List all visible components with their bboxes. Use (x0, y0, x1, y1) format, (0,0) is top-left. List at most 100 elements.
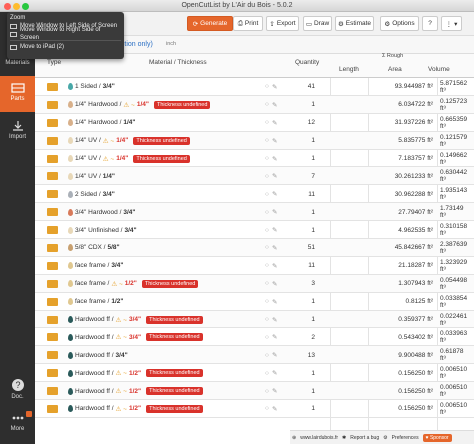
print-button[interactable]: ⎙ Print (233, 16, 263, 31)
edit-icon[interactable]: ✎ (272, 280, 277, 288)
edit-icon[interactable]: ✎ (272, 208, 277, 216)
row-actions: ○ ✎ (265, 96, 287, 114)
info-icon[interactable]: ○ (265, 370, 269, 377)
options-button[interactable]: ⚙ Options (380, 16, 419, 31)
edit-icon[interactable]: ✎ (272, 119, 277, 127)
table-row[interactable]: Hardwood ff / 3/4" ○ ✎ 13 9.900488 ft² 0.6187… (35, 346, 474, 365)
header-material[interactable]: Material / Thickness (149, 59, 207, 66)
website-link[interactable]: www.lairdubois.fr (300, 435, 338, 441)
menu-item-move-right[interactable]: Move Window to Right Side of Screen (10, 27, 121, 41)
table-row[interactable]: 3/4" Hardwood / 3/4" ○ ✎ 1 27.79407 ft² 1.731… (35, 203, 474, 222)
table-row[interactable]: Hardwood ff / ⚠ ~1/2" Thickness undefined… (35, 400, 474, 418)
edit-icon[interactable]: ✎ (272, 387, 277, 395)
info-icon[interactable]: ○ (265, 352, 269, 359)
edit-icon[interactable]: ✎ (272, 137, 277, 145)
edit-icon[interactable]: ✎ (272, 262, 277, 270)
area-cell: 7.183757 ft² (398, 155, 433, 162)
help-button[interactable]: ? (422, 16, 438, 31)
volume-cell: 0.054498 ft³ (440, 276, 468, 291)
material-name: Hardwood ff / (75, 387, 114, 395)
table-row[interactable]: 1/4" Hardwood / ⚠ ~1/4" Thickness undefin… (35, 95, 474, 114)
info-icon[interactable]: ○ (265, 405, 269, 412)
material-cell: Hardwood ff / ⚠ ~1/2" Thickness undefined (68, 400, 263, 418)
info-icon[interactable]: ○ (265, 298, 269, 305)
edit-icon[interactable]: ✎ (272, 244, 277, 252)
info-icon[interactable]: ○ (265, 119, 269, 126)
warning-icon: ⚠ ~ (102, 155, 115, 163)
edit-icon[interactable]: ✎ (272, 351, 277, 359)
sheet-good-icon (47, 369, 58, 378)
header-area[interactable]: Area (388, 66, 402, 73)
sidebar-item-more[interactable]: More (0, 411, 35, 440)
status-badge: Thickness undefined (146, 333, 203, 342)
info-icon[interactable]: ○ (265, 280, 269, 287)
header-volume[interactable]: Volume (428, 66, 450, 73)
table-row[interactable]: Hardwood ff / ⚠ ~3/4" Thickness undefined… (35, 328, 474, 347)
sidebar-item-import[interactable]: Import (0, 114, 35, 148)
edit-icon[interactable]: ✎ (272, 83, 277, 91)
table-row[interactable]: 1 Sided / 3/4" ○ ✎ 41 93.944987 ft² 5.871562 … (35, 78, 474, 96)
preferences-link[interactable]: Preferences (392, 435, 419, 441)
table-row[interactable]: 5/8" CDX / 5/8" ○ ✎ 51 45.842667 ft² 2.387639… (35, 239, 474, 257)
edit-icon[interactable]: ✎ (272, 298, 277, 306)
menu-item-move-ipad[interactable]: Move to iPad (2) (10, 43, 121, 51)
edit-icon[interactable]: ✎ (272, 172, 277, 180)
info-icon[interactable]: ○ (265, 209, 269, 216)
edit-icon[interactable]: ✎ (272, 369, 277, 377)
info-icon[interactable]: ○ (265, 316, 269, 323)
report-bug-link[interactable]: Report a bug (350, 435, 379, 441)
table-row[interactable]: face frame / 3/4" ○ ✎ 11 21.18287 ft² 1.32392… (35, 257, 474, 275)
info-icon[interactable]: ○ (265, 262, 269, 269)
info-icon[interactable]: ○ (265, 137, 269, 144)
table-row[interactable]: 1/4" Hardwood / 1/4" ○ ✎ 12 31.937226 ft² 0.6… (35, 114, 474, 132)
area-cell: 0.359377 ft² (398, 316, 433, 324)
table-row[interactable]: face frame / 1/2" ○ ✎ 1 0.8125 ft² 0.033854 f… (35, 293, 474, 311)
info-icon[interactable]: ○ (265, 173, 269, 180)
edit-icon[interactable]: ✎ (272, 155, 277, 163)
info-icon[interactable]: ○ (265, 101, 269, 108)
export-button[interactable]: ⇪ Export (266, 16, 299, 31)
header-length[interactable]: Length (339, 66, 359, 73)
area-cell: 4.962535 ft² (398, 226, 433, 234)
edit-icon[interactable]: ✎ (272, 405, 277, 413)
material-table-body: 1 Sided / 3/4" ○ ✎ 41 93.944987 ft² 5.871562 … (35, 78, 474, 418)
material-cell: 1/4" UV / 1/4" (68, 167, 263, 185)
table-row[interactable]: 3/4" Unfinished / 3/4" ○ ✎ 1 4.962535 ft² 0.3… (35, 221, 474, 240)
info-icon[interactable]: ○ (265, 83, 269, 90)
material-name: Hardwood ff / (75, 316, 114, 324)
edit-icon[interactable]: ✎ (272, 333, 277, 341)
header-type[interactable]: Type (47, 59, 61, 66)
header-quantity[interactable]: Quantity (295, 59, 319, 66)
sponsor-button[interactable]: ♥ Sponsor (422, 433, 452, 442)
info-icon[interactable]: ○ (265, 388, 269, 395)
more-menu-button[interactable]: ⋮ ▾ (441, 16, 462, 31)
table-row[interactable]: Hardwood ff / ⚠ ~1/2" Thickness undefined… (35, 364, 474, 383)
info-icon[interactable]: ○ (265, 155, 269, 162)
table-row[interactable]: 1/4" UV / 1/4" ○ ✎ 7 30.261233 ft² 0.630442 f… (35, 167, 474, 186)
table-row[interactable]: 2 Sided / 3/4" ○ ✎ 11 30.962288 ft² 1.935143 … (35, 185, 474, 204)
sidebar-item-doc[interactable]: ? Doc. (0, 378, 35, 406)
table-row[interactable]: face frame / ⚠ ~1/2" Thickness undefined ○… (35, 274, 474, 293)
table-row[interactable]: Hardwood ff / ⚠ ~3/4" Thickness undefined… (35, 310, 474, 329)
draw-button[interactable]: ▭ Draw (303, 16, 332, 31)
thickness: 3/4" (111, 262, 124, 270)
menu-item-zoom[interactable]: Zoom (10, 14, 121, 22)
edit-icon[interactable]: ✎ (272, 316, 277, 324)
warning-icon: ⚠ ~ (115, 334, 127, 342)
warning-icon: ⚠ ~ (111, 280, 123, 288)
table-row[interactable]: 1/4" UV / ⚠ ~1/4" Thickness undefined ○ ✎ 1 7… (35, 150, 474, 168)
table-row[interactable]: 1/4" UV / ⚠ ~1/4" Thickness undefined ○ ✎ 1 5… (35, 131, 474, 150)
edit-icon[interactable]: ✎ (272, 190, 277, 198)
info-icon[interactable]: ○ (265, 191, 269, 198)
edit-icon[interactable]: ✎ (272, 101, 277, 109)
edit-icon[interactable]: ✎ (272, 226, 277, 234)
info-icon[interactable]: ○ (265, 227, 269, 234)
sidebar-item-parts[interactable]: Parts (0, 76, 35, 112)
thickness: 3/4" (128, 316, 142, 324)
estimate-button[interactable]: ⚙ Estimate (335, 16, 374, 31)
generate-button[interactable]: ⟳ Generate (187, 16, 233, 31)
info-icon[interactable]: ○ (265, 334, 269, 341)
table-row[interactable]: Hardwood ff / ⚠ ~1/2" Thickness undefined… (35, 382, 474, 401)
material-name: 1/4" UV / (75, 172, 101, 180)
info-icon[interactable]: ○ (265, 244, 269, 251)
